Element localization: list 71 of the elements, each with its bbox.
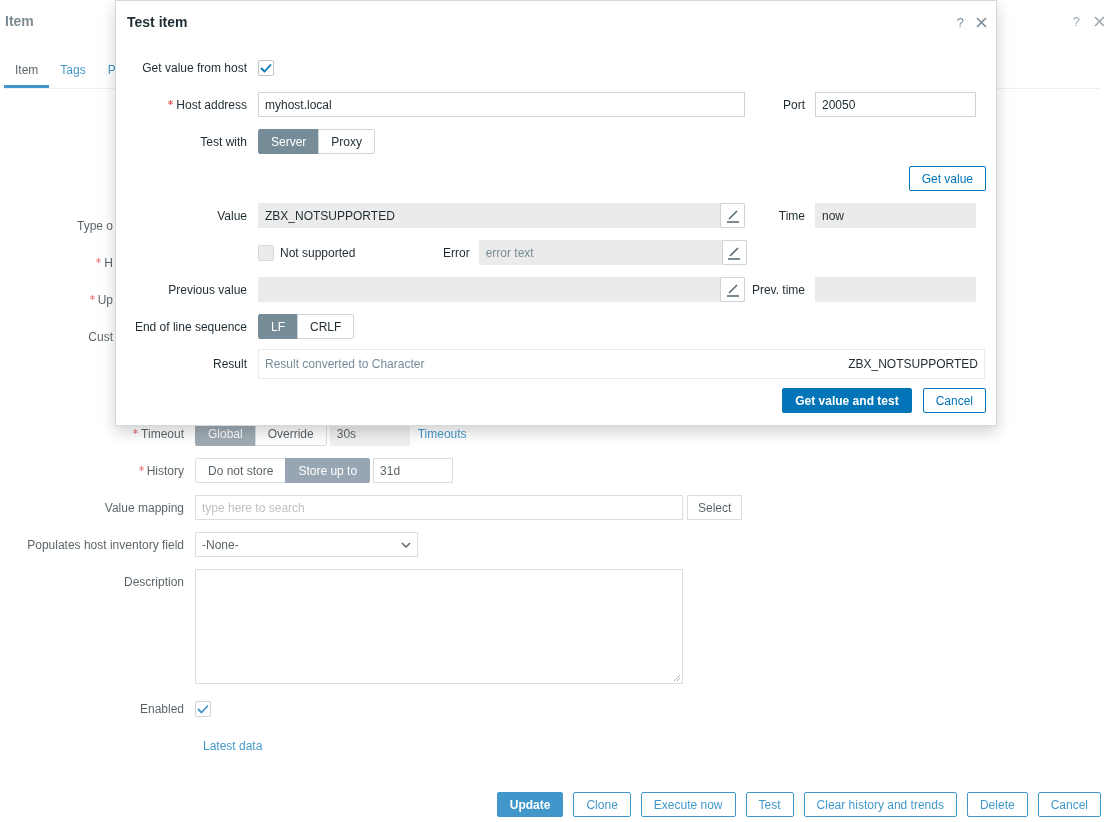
segment-button[interactable]: CRLF	[297, 314, 355, 339]
field-label: Enabled	[139, 701, 184, 716]
field-label: H	[104, 255, 113, 270]
dialog-title: Test item	[127, 14, 188, 30]
field-label: Port	[783, 97, 805, 112]
field-label: Time	[778, 208, 805, 223]
dialog-button[interactable]: Cancel	[922, 388, 986, 413]
form-button[interactable]: Delete	[966, 792, 1028, 817]
field-label: Value mapping	[104, 500, 184, 515]
field-label: Value	[217, 208, 247, 223]
field-label: Previous value	[168, 282, 247, 297]
history-field[interactable]: 31d	[373, 458, 454, 483]
pencil-icon	[727, 245, 742, 260]
help-link[interactable]: ?	[956, 14, 964, 30]
form-button[interactable]: Clone	[573, 792, 631, 817]
tab[interactable]: Tags	[49, 56, 97, 88]
time-field: now	[815, 203, 976, 228]
tab[interactable]: Item	[4, 56, 50, 88]
field-label: Type o	[76, 218, 113, 233]
segment-button[interactable]: Server	[258, 129, 320, 154]
port-field[interactable]: 20050	[815, 92, 976, 117]
pencil-icon	[725, 282, 740, 297]
get-value-checkbox[interactable]	[258, 59, 274, 76]
select-button[interactable]: Select	[687, 495, 743, 520]
field-label: Host address	[176, 97, 247, 112]
get-value-button[interactable]: Get value	[908, 166, 986, 191]
field-label: Timeout	[141, 426, 184, 441]
dialog-button[interactable]: Get value and test	[782, 388, 912, 413]
field-label: Populates host inventory field	[27, 537, 184, 552]
form-button[interactable]: Update	[496, 792, 564, 817]
resize-handle-icon[interactable]	[673, 674, 680, 681]
edit-button[interactable]	[720, 277, 745, 302]
field-label: History	[146, 463, 184, 478]
inventory-dropdown[interactable]: -None-	[195, 532, 418, 557]
field-label: End of line sequence	[134, 319, 247, 334]
host-address-field[interactable]: myhost.local	[258, 92, 745, 117]
form-button[interactable]: Test	[745, 792, 794, 817]
latest-data-link[interactable]: Latest data	[203, 738, 263, 753]
segment-button[interactable]: Do not store	[195, 458, 287, 483]
edit-button[interactable]	[720, 203, 745, 228]
form-button[interactable]: Clear history and trends	[803, 792, 957, 817]
form-button[interactable]: Cancel	[1037, 792, 1101, 817]
search-field[interactable]: type here to search	[195, 495, 683, 520]
segment-button[interactable]: Proxy	[318, 129, 376, 154]
value-field[interactable]: ZBX_NOTSUPPORTED	[258, 203, 745, 228]
not-supported-checkbox[interactable]	[258, 244, 274, 261]
field-label: Test with	[200, 134, 247, 149]
field-label: Error	[443, 245, 470, 260]
field-label: Result	[213, 356, 247, 371]
segment-button[interactable]: Store up to	[285, 458, 371, 483]
chevron-down-icon	[401, 541, 411, 548]
help-link[interactable]: ?	[1072, 13, 1080, 29]
timeouts-link[interactable]: Timeouts	[417, 426, 467, 441]
error-field: error text	[478, 240, 747, 265]
result-value: ZBX_NOTSUPPORTED	[848, 356, 978, 371]
field-label: Up	[97, 292, 113, 307]
field-label: Prev. time	[751, 282, 805, 297]
pencil-icon	[725, 208, 740, 223]
form-button[interactable]: Execute now	[640, 792, 736, 817]
segment-button[interactable]: LF	[258, 314, 298, 339]
field-label: Get value from host	[142, 60, 247, 75]
field-label: Cust	[88, 329, 113, 344]
edit-button[interactable]	[721, 240, 747, 265]
close-icon[interactable]	[1094, 15, 1105, 27]
result-field: Result converted to Character ZBX_NOTSUPPORTED	[258, 348, 985, 379]
checkbox-label: Not supported	[280, 245, 356, 260]
page-title: Item	[5, 13, 34, 29]
enabled-checkbox[interactable]	[195, 700, 211, 717]
close-icon[interactable]	[976, 16, 987, 28]
field-label: Description	[123, 575, 184, 589]
description-field[interactable]	[195, 569, 683, 684]
